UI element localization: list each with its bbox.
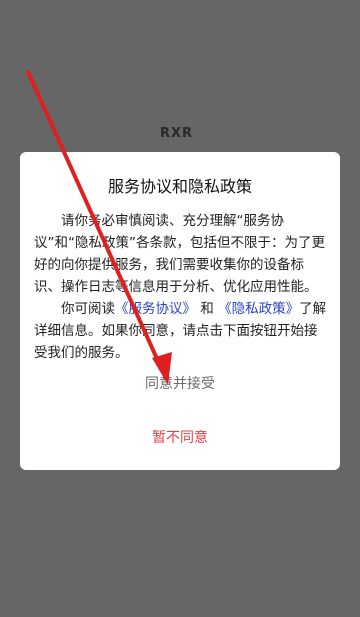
app-logo: RXR <box>160 126 194 141</box>
links-paragraph: 你可阅读《服务协议》 和 《隐私政策》了解详细信息。如果你同意，请点击下面按钮开… <box>34 298 328 364</box>
links-paragraph-prefix: 你可阅读 <box>61 301 115 317</box>
dialog-body: 请你务必审慎阅读、充分理解“服务协议”和“隐私政策”各条款，包括但不限于：为了更… <box>34 210 328 364</box>
privacy-policy-link[interactable]: 《隐私政策》 <box>218 301 299 317</box>
privacy-consent-dialog: 服务协议和隐私政策 请你务必审慎阅读、充分理解“服务协议”和“隐私政策”各条款，… <box>20 152 340 470</box>
disagree-button[interactable]: 暂不同意 <box>20 424 340 452</box>
service-agreement-link[interactable]: 《服务协议》 <box>115 301 196 317</box>
consent-paragraph: 请你务必审慎阅读、充分理解“服务协议”和“隐私政策”各条款，包括但不限于：为了更… <box>34 213 325 295</box>
dialog-title: 服务协议和隐私政策 <box>107 177 252 196</box>
app-screen: RXR 服务协议和隐私政策 请你务必审慎阅读、充分理解“服务协议”和“隐私政策”… <box>0 0 360 617</box>
agree-button[interactable]: 同意并接受 <box>20 370 340 398</box>
links-paragraph-and: 和 <box>200 301 214 317</box>
